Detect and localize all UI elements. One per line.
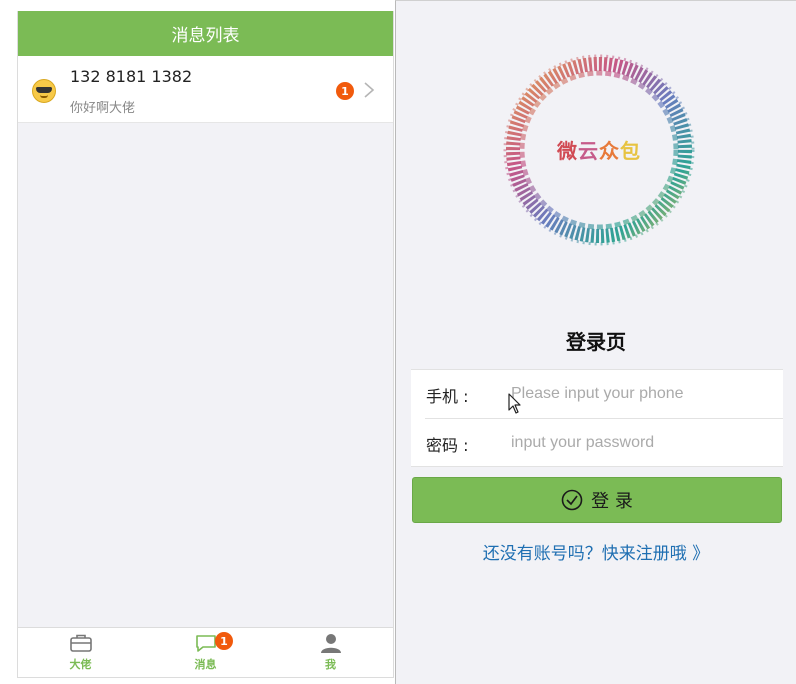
tab-label: 消息 (194, 658, 217, 671)
message-title: 132 8181 1382 (70, 67, 193, 86)
chat-bubble-icon (195, 635, 216, 652)
login-form: 手机 : 密码 : (411, 369, 783, 467)
register-link[interactable]: 还没有账号吗？快来注册哦 》 (396, 539, 796, 564)
tab-me[interactable]: 我 (268, 628, 393, 677)
password-row: 密码 : (411, 419, 783, 468)
sunglasses-emoji-icon (32, 79, 56, 103)
page-title: 消息列表 (171, 26, 240, 46)
phone-label: 手机 : (426, 387, 469, 406)
message-preview: 你好啊大佬 (70, 101, 136, 116)
tab-label: 大佬 (69, 658, 92, 671)
message-list-screen: 消息列表 132 8181 1382 你好啊大佬 1 大佬 消息 1 我 (17, 11, 394, 678)
phone-input[interactable] (511, 380, 771, 408)
password-label: 密码 : (426, 436, 469, 455)
tab-messages[interactable]: 消息 1 (143, 628, 268, 677)
chevron-right-icon (364, 82, 375, 98)
page-title: 登录页 (566, 330, 626, 354)
login-screen: 微云众包 登录页 手机 : 密码 : 登 录 还没有账号吗？快来注册哦 》 (395, 0, 796, 684)
logo-text: 微云众包 (557, 139, 641, 163)
person-icon (320, 634, 341, 653)
list-item[interactable]: 132 8181 1382 你好啊大佬 1 (18, 56, 393, 123)
tab-bar: 大佬 消息 1 我 (18, 627, 393, 677)
tab-dalao[interactable]: 大佬 (18, 628, 143, 677)
phone-row: 手机 : (411, 370, 783, 419)
app-logo: 微云众包 (496, 47, 702, 253)
mouse-cursor-icon (508, 393, 521, 414)
login-button[interactable]: 登 录 (412, 477, 782, 523)
password-input[interactable] (511, 429, 771, 457)
tab-label: 我 (325, 658, 336, 671)
unread-badge: 1 (336, 82, 354, 100)
login-button-label: 登 录 (591, 491, 633, 512)
unread-badge: 1 (215, 632, 233, 650)
briefcase-icon (69, 634, 92, 652)
nav-bar: 消息列表 (18, 11, 393, 56)
check-circle-icon (561, 489, 583, 511)
